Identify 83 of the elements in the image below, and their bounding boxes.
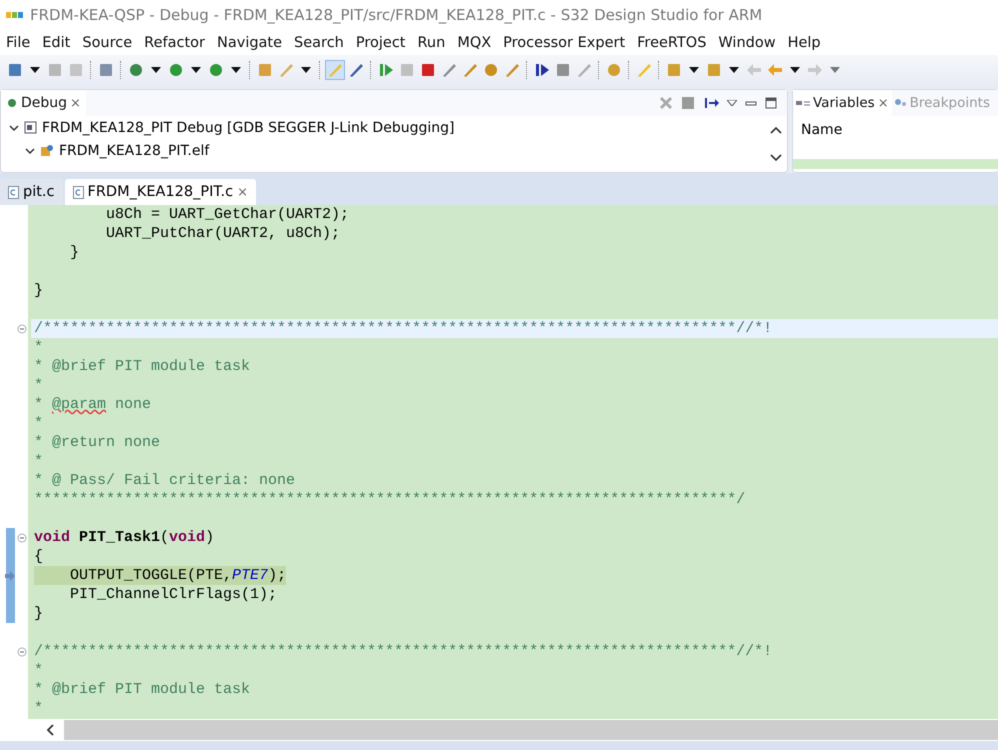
close-icon[interactable]: × (237, 184, 248, 200)
code-line: * @param none (34, 395, 152, 414)
menu-item[interactable]: File (6, 34, 30, 50)
code-line: PIT_ChannelClrFlags(1); (69, 585, 278, 604)
code-line: * (34, 661, 44, 680)
dropdown-arrow-icon[interactable] (151, 67, 161, 73)
stop-icon[interactable] (419, 61, 437, 79)
code-line: } (34, 281, 44, 300)
collapse-icon[interactable] (17, 647, 27, 657)
code-line: * (34, 452, 44, 471)
resume-icon[interactable] (377, 61, 395, 79)
c-file-icon (8, 186, 19, 198)
dropdown-arrow-icon[interactable] (301, 67, 311, 73)
code-line: * @brief PIT module task (34, 357, 250, 376)
code-line: } (34, 604, 44, 623)
maximize-icon[interactable] (765, 97, 777, 109)
scroll-up-icon[interactable] (770, 126, 782, 134)
code-line: /*****************************************************************************//*! (34, 319, 772, 338)
launch-config-icon (24, 121, 37, 134)
tree-item[interactable]: FRDM_KEA128_PIT.elf (59, 142, 210, 158)
code-line: * (34, 376, 44, 395)
code-line: * (34, 414, 44, 433)
code-line: /*****************************************************************************//*! (34, 642, 772, 661)
code-line: void PIT_Task1(void) (34, 528, 214, 547)
horizontal-scrollbar[interactable] (0, 719, 998, 741)
tab-label: FRDM_KEA128_PIT.c (88, 184, 234, 200)
menu-item[interactable]: Refactor (144, 34, 205, 50)
tab-label: pit.c (23, 184, 54, 200)
app-logo-icon (6, 11, 24, 19)
menu-item[interactable]: Source (82, 34, 132, 50)
close-icon[interactable]: × (878, 96, 889, 110)
chevron-icon[interactable] (9, 122, 19, 132)
scroll-down-icon[interactable] (770, 154, 782, 162)
dropdown-arrow-icon[interactable] (790, 67, 800, 73)
breakpoints-icon (894, 98, 907, 108)
collapse-icon[interactable] (17, 533, 27, 543)
tab-label: Breakpoints (910, 95, 990, 111)
close-icon[interactable]: × (70, 96, 81, 110)
scroll-left-icon[interactable] (46, 724, 54, 736)
menu-item[interactable]: FreeRTOS (637, 34, 706, 50)
executable-icon (40, 144, 54, 157)
tree-item[interactable]: FRDM_KEA128_PIT Debug [GDB SEGGER J-Link Debugging] (42, 120, 454, 136)
code-line: UART_PutChar(UART2, u8Ch); (105, 224, 340, 243)
collapse-icon[interactable] (17, 324, 27, 334)
dropdown-arrow-icon[interactable] (689, 67, 699, 73)
chevron-icon[interactable] (25, 146, 35, 156)
editor-tab[interactable]: pit.c (0, 179, 62, 205)
code-line: * (34, 699, 44, 718)
code-line: { (34, 547, 44, 566)
remove-icon[interactable] (659, 96, 673, 110)
editor-tab[interactable]: FRDM_KEA128_PIT.c × (64, 179, 256, 205)
menu-item[interactable]: Project (356, 34, 406, 50)
view-tab[interactable]: Variables × (793, 90, 892, 116)
menu-item[interactable]: MQX (457, 34, 492, 50)
dropdown-arrow-icon[interactable] (191, 67, 201, 73)
step-mode-icon[interactable] (703, 96, 719, 110)
menu-item[interactable]: Search (294, 34, 344, 50)
instruction-step-icon[interactable] (533, 61, 551, 79)
menu-item[interactable]: Processor Expert (503, 34, 626, 50)
menu-item[interactable]: Edit (42, 34, 70, 50)
code-line: u8Ch = UART_GetChar(UART2); (105, 205, 350, 224)
view-menu-icon[interactable] (727, 100, 737, 106)
window-title: FRDM-KEA-QSP - Debug - FRDM_KEA128_PIT/src/FRDM_KEA128_PIT.c - S32 Design Studio for ARM (30, 6, 762, 24)
dropdown-arrow-icon[interactable] (729, 67, 739, 73)
tab-label: Debug (21, 95, 68, 111)
tab-label: Variables (813, 95, 875, 111)
dropdown-arrow-icon[interactable] (30, 67, 40, 73)
code-line: * @brief PIT module task (34, 680, 250, 699)
instruction-pointer-icon (5, 571, 15, 581)
variables-icon (796, 98, 810, 108)
menu-item[interactable]: Navigate (217, 34, 282, 50)
dropdown-arrow-icon[interactable] (231, 67, 241, 73)
debug-tab[interactable]: Debug × (1, 90, 86, 116)
code-line: * @ Pass/ Fail criteria: none (34, 471, 296, 490)
c-file-icon (72, 186, 84, 198)
menu-item[interactable]: Window (718, 34, 776, 50)
code-line: } (69, 243, 80, 262)
menu-item[interactable]: Help (788, 34, 821, 50)
code-line: * (34, 338, 44, 357)
code-line: ******************************************************************************/ (34, 490, 746, 509)
menu-item[interactable]: Run (418, 34, 446, 50)
column-header: Name (800, 121, 844, 140)
code-line: * @return none (34, 433, 160, 452)
